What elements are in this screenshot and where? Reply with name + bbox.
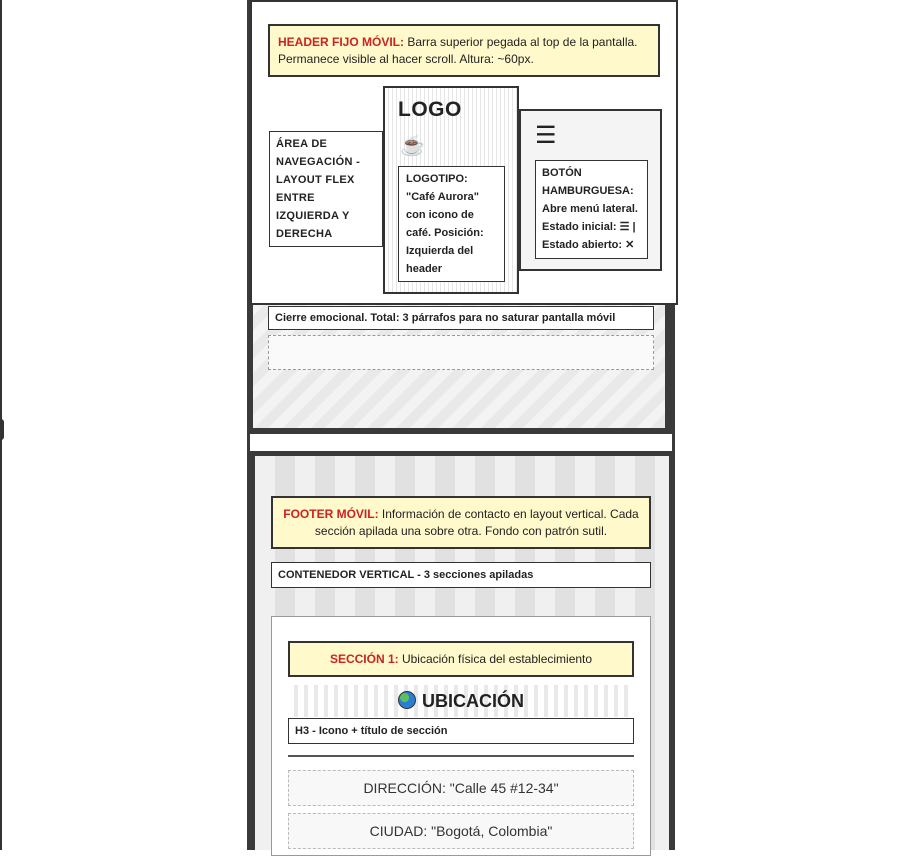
section1-title-text: UBICACIÓN [422,691,524,711]
section1-title: UBICACIÓN [288,685,634,717]
section1-note-text: Ubicación física del establecimiento [398,652,593,666]
about-section-tail: Cierre emocional. Total: 3 párrafos para… [251,300,667,430]
mobile-header: HEADER FIJO MÓVIL: Barra superior pegada… [250,0,678,305]
coffee-cup-icon: ☕ [400,135,425,157]
section1-title-strip: UBICACIÓN [288,685,634,717]
footer-section-location: SECCIÓN 1: Ubicación física del establec… [271,616,651,856]
hamburger-area[interactable]: ☰ BOTÓN HAMBURGUESA: Abre menú lateral. … [519,109,662,271]
nav-area-note: ÁREA DE NAVEGACIÓN - LAYOUT FLEX ENTRE I… [269,131,383,247]
section1-note: SECCIÓN 1: Ubicación física del establec… [288,641,634,677]
globe-icon [398,691,416,709]
footer-note-label: FOOTER MÓVIL: [283,507,379,521]
address-field: DIRECCIÓN: "Calle 45 #12-34" [288,770,634,806]
logo-text[interactable]: LOGO [398,98,462,122]
footer-note: FOOTER MÓVIL: Información de contacto en… [271,496,651,549]
section1-note-label: SECCIÓN 1: [329,652,399,666]
paragraph-placeholder [268,335,654,370]
hamburger-menu-icon[interactable]: ☰ [535,124,557,148]
section-divider [288,755,634,757]
closing-note: Cierre emocional. Total: 3 párrafos para… [268,306,654,330]
mobile-footer: FOOTER MÓVIL: Información de contacto en… [255,456,669,856]
header-note-label: HEADER FIJO MÓVIL: [278,35,405,49]
logo-area[interactable]: LOGO ☕ LOGOTIPO: "Café Aurora" con icono… [383,86,519,294]
hamburger-note: BOTÓN HAMBURGUESA: Abre menú lateral. Es… [535,160,648,259]
section-separator [250,434,672,451]
city-field: CIUDAD: "Bogotá, Colombia" [288,813,634,849]
h3-note: H3 - Icono + título de sección [288,718,634,744]
logo-note: LOGOTIPO: "Café Aurora" con icono de caf… [398,166,505,282]
header-note: HEADER FIJO MÓVIL: Barra superior pegada… [268,24,660,77]
vertical-container-label: CONTENEDOR VERTICAL - 3 secciones apilad… [271,562,651,588]
side-tab-handle[interactable] [0,419,4,440]
